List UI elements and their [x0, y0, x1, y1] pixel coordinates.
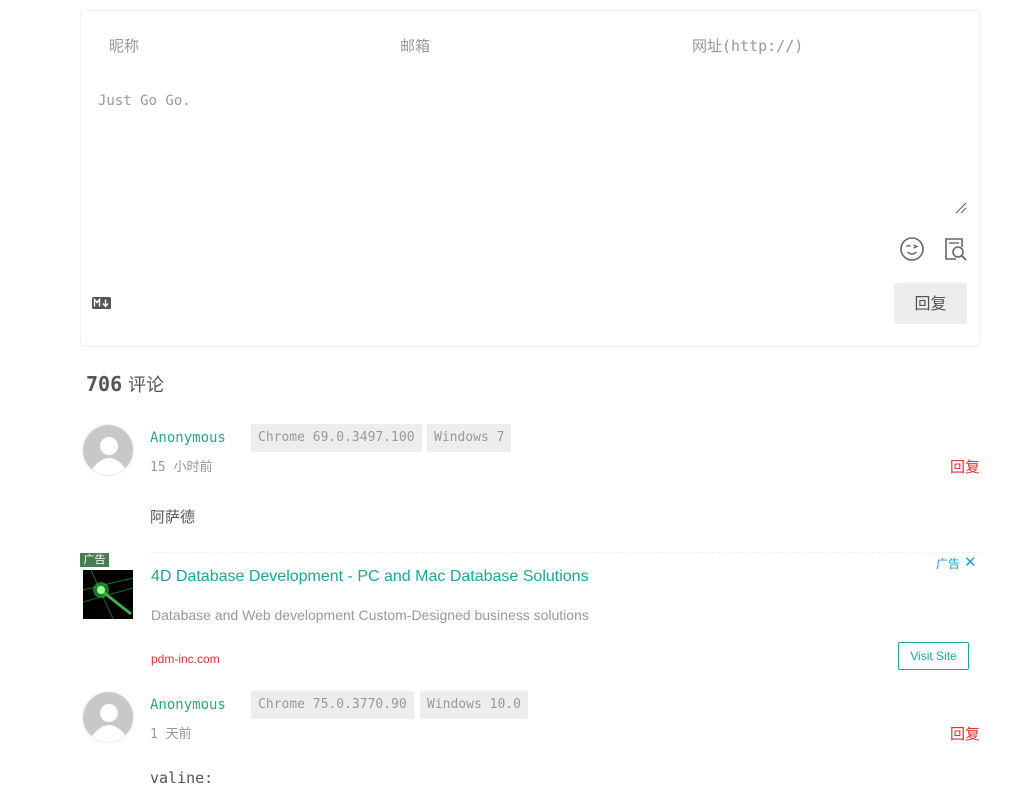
comment-count: 706 评论	[86, 371, 164, 397]
emoji-icon[interactable]	[899, 236, 925, 262]
comment-time-number: 15	[150, 460, 166, 475]
comment-content: valine:	[150, 769, 214, 787]
resize-handle-icon[interactable]	[953, 200, 967, 214]
avatar	[82, 691, 134, 743]
comment-count-number: 706	[86, 372, 123, 396]
os-badge: Windows 10.0	[420, 691, 528, 719]
reply-link[interactable]: 回复	[950, 456, 980, 477]
avatar-placeholder-icon	[83, 425, 133, 475]
reply-link[interactable]: 回复	[950, 723, 980, 744]
visit-site-button[interactable]: Visit Site	[898, 642, 969, 670]
markdown-icon[interactable]	[92, 297, 111, 309]
ad-thumbnail-icon	[83, 570, 133, 619]
os-badge: Windows 7	[427, 424, 512, 452]
submit-reply-button[interactable]: 回复	[894, 283, 967, 324]
comment-count-label: 评论	[128, 375, 165, 396]
avatar-placeholder-icon	[83, 692, 133, 742]
ad-tag: 广告	[80, 553, 109, 567]
ad-title-link[interactable]: 4D Database Development - PC and Mac Dat…	[151, 568, 589, 586]
comment-textarea[interactable]: Just Go Go.	[98, 93, 191, 109]
comment-item: Anonymous Chrome 69.0.3497.100 Windows 7…	[80, 424, 980, 534]
ad-close-icon[interactable]: ✕	[964, 555, 977, 570]
comment-nick[interactable]: Anonymous	[150, 697, 226, 713]
nick-input[interactable]: 昵称	[109, 35, 139, 56]
ad-description: Database and Web development Custom-Desi…	[151, 607, 589, 623]
comment-time-unit: 天前	[165, 727, 192, 742]
ad-choices-label[interactable]: 广告	[936, 555, 960, 572]
comment-time: 15 小时前	[150, 456, 213, 475]
ad-block: 广告 4D Database Development - PC and Mac …	[80, 551, 980, 681]
browser-badge: Chrome 69.0.3497.100	[251, 424, 422, 452]
avatar	[82, 424, 134, 476]
comment-nick[interactable]: Anonymous	[150, 430, 226, 446]
comment-time: 1 天前	[150, 723, 192, 742]
comment-editor: 昵称 邮箱 网址(http://) Just Go Go. 回复	[80, 10, 980, 347]
website-input[interactable]: 网址(http://)	[692, 35, 803, 56]
ad-url[interactable]: pdm-inc.com	[151, 652, 220, 666]
comment-time-number: 1	[150, 727, 158, 742]
comment-time-unit: 小时前	[173, 460, 213, 475]
email-input[interactable]: 邮箱	[400, 35, 430, 56]
browser-badge: Chrome 75.0.3770.90	[251, 691, 414, 719]
ad-divider	[151, 552, 980, 553]
comment-item: Anonymous Chrome 75.0.3770.90 Windows 10…	[80, 691, 980, 798]
comment-content: 阿萨德	[150, 508, 196, 526]
preview-icon[interactable]	[942, 236, 968, 262]
ad-image[interactable]	[83, 570, 133, 619]
